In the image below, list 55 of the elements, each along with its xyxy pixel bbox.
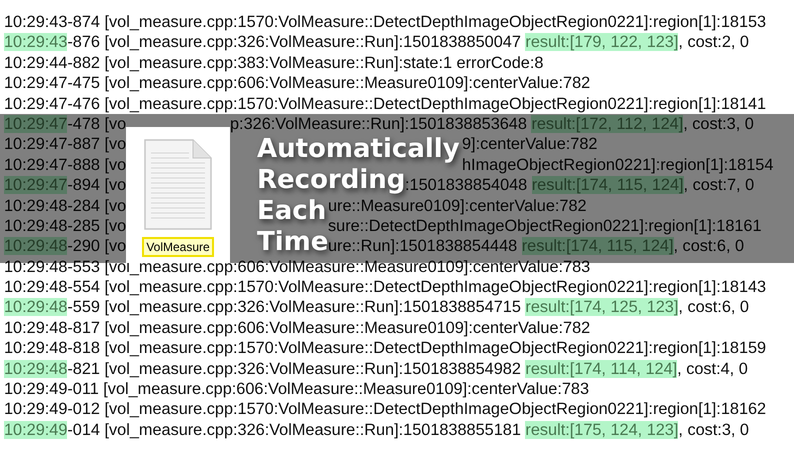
log-text: sure::DetectDepthImageObjectRegion0221]:region[1]:18161	[328, 216, 762, 235]
highlighted-text: result:[172, 112, 124]	[531, 114, 684, 133]
log-text: 10:29:47-475 [vol_measure.cpp:606:VolMeasure::Measure0109]:centerValue:782	[4, 74, 590, 92]
log-text: 10:29:43-874 [vol_measure.cpp:1570:VolMeasure::DetectDepthImageObjectRegion0221]:region[1]:18153	[4, 13, 766, 31]
highlighted-text: result:[174, 115, 124]	[522, 237, 674, 256]
log-text: 10:29:47-476 [vol_measure.cpp:1570:VolMeasure::DetectDepthImageObjectRegion0221]:region[1]:18141	[4, 94, 766, 113]
log-text: hImageObjectRegion0221]:region[1]:18154	[462, 156, 774, 174]
log-text: 10:29:48-817 [vol_measure.cpp:606:VolMeasure::Measure0109]:centerValue:782	[4, 318, 590, 337]
log-text: -821 [vol_measure.cpp:326:VolMeasure::Run]:1501838854982	[67, 360, 522, 378]
highlighted-text: 10:29:48	[4, 360, 68, 378]
highlighted-text: result:[174, 114, 124]	[525, 360, 678, 378]
log-text: :1501838854048	[405, 176, 528, 194]
highlighted-text: 10:29:47	[4, 176, 68, 194]
log-text: 10:29:48-284 [vo	[4, 196, 126, 215]
log-text: , cost:7, 0	[684, 176, 754, 194]
highlighted-text: 10:29:48	[4, 298, 68, 316]
headline-text: Time	[257, 227, 328, 258]
log-text: ure::Measure0109]:centerValue:782	[328, 196, 587, 215]
log-text: , cost:3, 0	[678, 420, 749, 439]
document-icon	[143, 139, 213, 231]
log-text: 10:29:48-553 [vol_measure.cpp:606:VolMeasure::Measure0109]:centerValue:783	[4, 258, 590, 276]
log-text: 10:29:47-888 [vo	[4, 156, 126, 174]
highlighted-text: 10:29:47	[4, 114, 68, 133]
highlighted-text: result:[175, 124, 123]	[525, 420, 678, 439]
headline-text: Automatically	[257, 134, 460, 165]
log-text: , cost:6, 0	[674, 237, 744, 256]
log-text: p:326:VolMeasure::Run]:1501838853648	[230, 114, 528, 133]
highlighted-text: result:[179, 122, 123]	[525, 33, 678, 52]
log-text: 10:29:48-818 [vol_measure.cpp:1570:VolMeasure::DetectDepthImageObjectRegion0221]:region[1]:18159	[4, 339, 766, 358]
log-text: , cost:2, 0	[678, 33, 749, 52]
log-text: , cost:4, 0	[677, 360, 748, 378]
log-text: , cost:3, 0	[683, 114, 754, 133]
log-text: -876 [vol_measure.cpp:326:VolMeasure::Run]:1501838850047	[67, 33, 522, 52]
file-name-field[interactable]: VolMeasure	[142, 237, 214, 257]
log-text: 9]:centerValue:782	[462, 135, 598, 154]
highlighted-text: 10:29:48	[4, 237, 68, 256]
log-text: 10:29:49-011 [vol_measure.cpp:606:VolMeasure::Measure0109]:centerValue:783	[4, 380, 590, 398]
log-text: 10:29:48-554 [vol_measure.cpp:1570:VolMeasure::DetectDepthImageObjectRegion0221]:region[1]:18143	[4, 278, 766, 296]
log-text: -014 [vol_measure.cpp:326:VolMeasure::Run]:1501838855181	[67, 420, 522, 439]
log-text: 10:29:48-285 [vo	[4, 216, 126, 235]
highlighted-text: 10:29:49	[4, 420, 68, 439]
log-text: -478 [vo	[67, 114, 126, 133]
highlighted-text: 10:29:43	[4, 33, 68, 52]
log-text: -894 [vo	[67, 176, 126, 194]
headline-text: Each	[257, 196, 326, 227]
log-text: , cost:6, 0	[678, 298, 749, 316]
log-text: ure::Run]:1501838854448	[328, 237, 518, 256]
log-text: -290 [vo	[67, 237, 126, 256]
log-text: 10:29:47-887 [vo	[4, 135, 126, 154]
highlighted-text: result:[174, 125, 123]	[525, 298, 678, 316]
highlighted-text: result:[174, 115, 124]	[532, 176, 684, 194]
log-text: -559 [vol_measure.cpp:326:VolMeasure::Run]:1501838854715	[67, 298, 522, 316]
log-text: 10:29:44-882 [vol_measure.cpp:383:VolMeasure::Run]:state:1 errorCode:8	[4, 54, 544, 72]
log-text: 10:29:49-012 [vol_measure.cpp:1570:VolMeasure::DetectDepthImageObjectRegion0221]:region[1]:18162	[4, 400, 766, 418]
headline-text: Recording	[257, 165, 406, 196]
